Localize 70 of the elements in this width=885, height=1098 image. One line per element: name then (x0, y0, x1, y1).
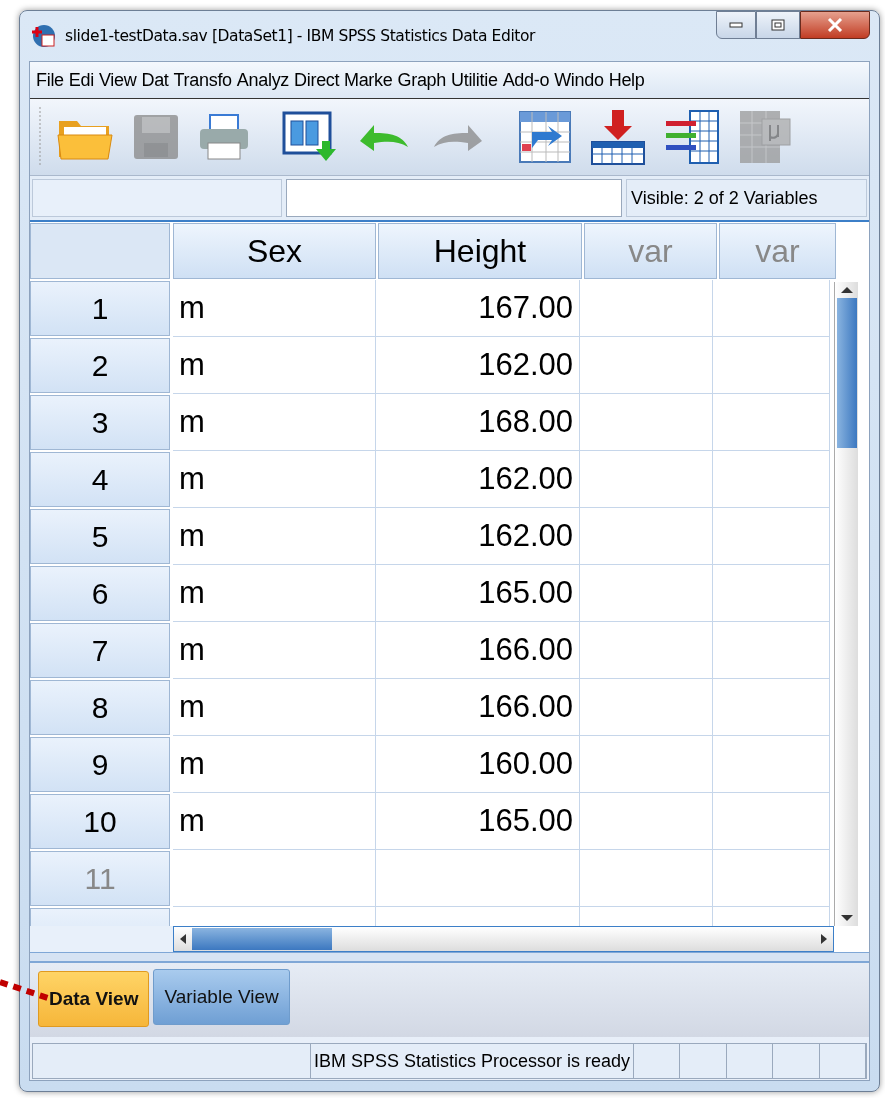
column-header[interactable]: Sex (173, 223, 376, 279)
table-cell: m (173, 793, 376, 850)
table-cell: m (173, 451, 376, 508)
view-tab[interactable]: Variable View (153, 969, 290, 1025)
table-cell: m (173, 565, 376, 622)
grid-mu-icon (738, 109, 794, 165)
colored-bars-table-icon (664, 109, 720, 165)
menu-item[interactable]: Windo (554, 69, 604, 91)
table-cell: m (173, 679, 376, 736)
menu-item[interactable]: Transfo (173, 69, 232, 91)
table-cell: 168.00 (376, 394, 580, 451)
menu-item[interactable]: Utilitie (451, 69, 498, 91)
close-icon (827, 18, 843, 32)
row-header[interactable]: 4 (30, 452, 170, 507)
arrow-into-table-icon (590, 108, 646, 166)
menu-item[interactable]: Help (608, 69, 645, 91)
menu-item[interactable]: Add-o (502, 69, 550, 91)
dialog-arrow-icon (282, 111, 338, 163)
row-header[interactable]: 3 (30, 395, 170, 450)
row-header[interactable]: 5 (30, 509, 170, 564)
visible-variables-label: Visible: 2 of 2 Variables (626, 179, 867, 217)
maximize-icon (771, 19, 785, 31)
menu-item[interactable]: Edi (68, 69, 94, 91)
table-cell: 165.00 (376, 565, 580, 622)
menu-item[interactable]: Analyz (236, 69, 290, 91)
minimize-icon (729, 22, 743, 28)
window-title: slide1-testData.sav [DataSet1] - IBM SPSS Statistics Data Editor (65, 27, 536, 45)
table-cell: 166.00 (376, 679, 580, 736)
table-cell: 167.00 (376, 280, 580, 337)
row-header[interactable]: 7 (30, 623, 170, 678)
table-cell: m (173, 736, 376, 793)
column-header[interactable]: Height (378, 223, 582, 279)
row-header[interactable]: 6 (30, 566, 170, 621)
table-cell: m (173, 394, 376, 451)
splitter-handle[interactable] (30, 953, 869, 963)
status-message: IBM SPSS Statistics Processor is ready (311, 1044, 635, 1078)
row-header[interactable]: 2 (30, 338, 170, 393)
scroll-thumb[interactable] (836, 298, 857, 448)
minimize-button[interactable] (716, 11, 756, 39)
vertical-scrollbar[interactable] (834, 282, 858, 926)
table-cell: 162.00 (376, 508, 580, 565)
table-cell: 162.00 (376, 337, 580, 394)
cell-value-field[interactable] (286, 179, 622, 217)
toolbar-grip[interactable] (38, 107, 42, 167)
menu-item[interactable]: File (36, 69, 64, 91)
scroll-thumb[interactable] (192, 928, 332, 950)
table-cell: 166.00 (376, 622, 580, 679)
row-header[interactable]: 1 (30, 281, 170, 336)
table-cell: m (173, 280, 376, 337)
app-icon (31, 23, 57, 49)
menu-item[interactable]: Dat (141, 69, 169, 91)
view-tab[interactable]: Data View (38, 971, 150, 1027)
table-cell: m (173, 508, 376, 565)
table-cell: m (173, 337, 376, 394)
menu-item[interactable]: View (98, 69, 137, 91)
menu-item[interactable]: Direct Marke (294, 69, 393, 91)
table-arrow-icon (518, 110, 572, 164)
row-header[interactable]: 10 (30, 794, 170, 849)
annotation-line (0, 978, 50, 1002)
menu-item[interactable]: Graph (397, 69, 446, 91)
table-cell: 162.00 (376, 451, 580, 508)
row-header[interactable]: 9 (30, 737, 170, 792)
maximize-button[interactable] (756, 11, 800, 39)
printer-icon (198, 113, 250, 161)
table-cell: m (173, 622, 376, 679)
row-header[interactable]: 8 (30, 680, 170, 735)
table-cell: 160.00 (376, 736, 580, 793)
horizontal-scrollbar[interactable] (173, 926, 834, 952)
table-cell: 165.00 (376, 793, 580, 850)
close-button[interactable] (800, 11, 870, 39)
